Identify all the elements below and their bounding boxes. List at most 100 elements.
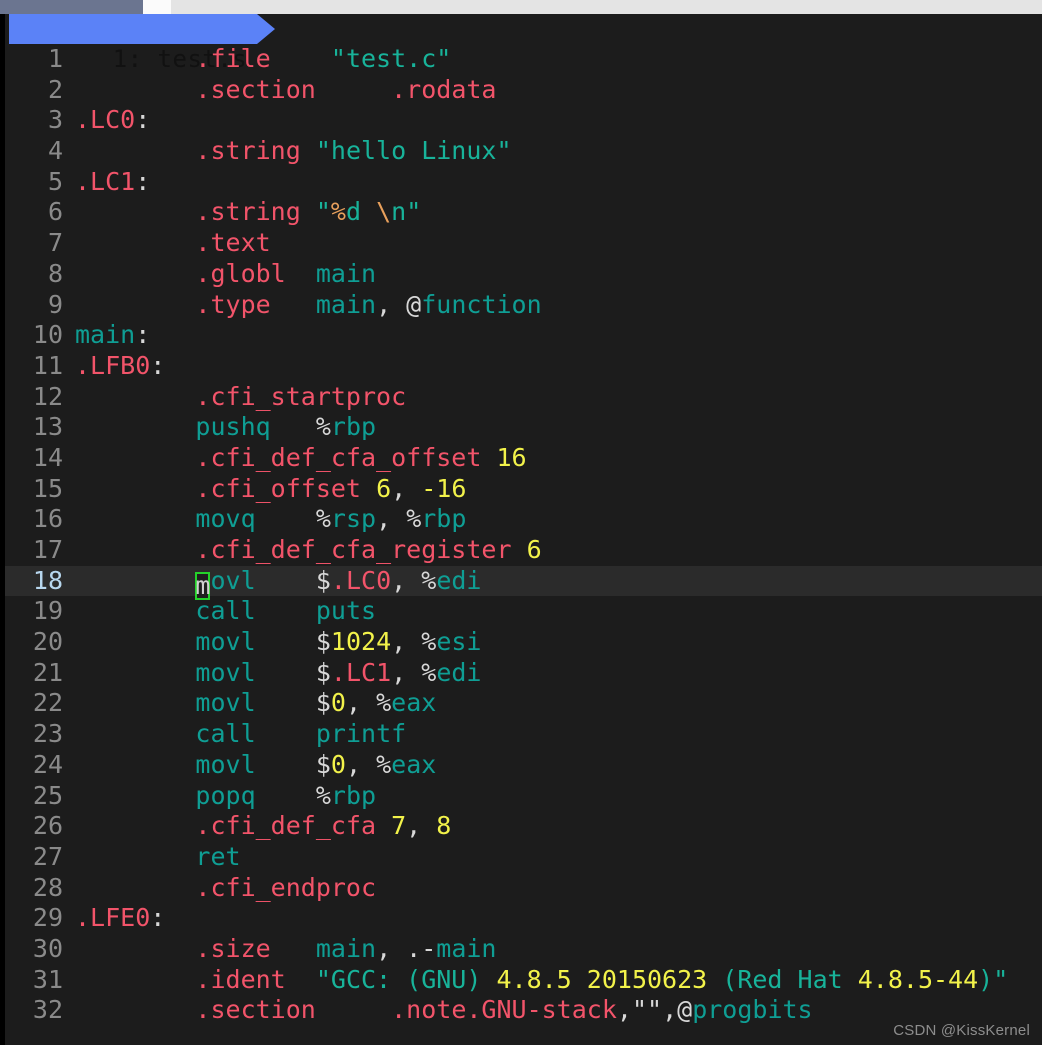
code-line[interactable]: 14 .cfi_def_cfa_offset 16 — [5, 443, 1042, 474]
code-token: " — [315, 197, 331, 227]
code-token: 4.8.5-44 — [857, 964, 979, 994]
line-number: 28 — [32, 872, 63, 902]
vim-tabline[interactable]: 1: test.s — [5, 14, 1042, 73]
code-line[interactable]: 21 movl $.LC1, %edi — [5, 658, 1042, 689]
vim-editor-window[interactable]: 1: test.s 1 .file "test.c" 2 .section .ro… — [0, 14, 1042, 1045]
code-line[interactable]: 5 .LC1: — [5, 167, 1042, 198]
code-line-text: .string "hello Linux" — [75, 136, 1042, 167]
code-line[interactable]: 32 .section .note.GNU-stack,"",@progbits — [5, 995, 1042, 1026]
code-token: puts — [315, 596, 377, 626]
code-token: (Red Hat — [707, 964, 858, 994]
code-line[interactable]: 19 call puts — [5, 596, 1042, 627]
code-line-text: .size main, .-main — [75, 934, 1042, 965]
tab-arrow-icon — [257, 14, 275, 44]
code-line[interactable]: 29 .LFE0: — [5, 903, 1042, 934]
code-token: 0 — [330, 749, 346, 779]
code-token: , — [345, 688, 377, 718]
code-token: % — [406, 504, 422, 534]
code-line[interactable]: 22 movl $0, %eax — [5, 688, 1042, 719]
code-token: : — [150, 903, 166, 933]
code-line-text: .LC0: — [75, 105, 1042, 136]
code-line[interactable]: 11 .LFB0: — [5, 351, 1042, 382]
code-line[interactable]: 7 .text — [5, 228, 1042, 259]
code-line[interactable]: 2 .section .rodata — [5, 75, 1042, 106]
code-buffer[interactable]: 1 .file "test.c" 2 .section .rodata 3 .LC0:… — [5, 44, 1042, 1026]
code-token: .type — [195, 289, 271, 319]
code-line[interactable]: 4 .string "hello Linux" — [5, 136, 1042, 167]
code-token: )" — [978, 964, 1009, 994]
code-line[interactable]: 12 .cfi_startproc — [5, 382, 1042, 413]
code-token: % — [376, 688, 392, 718]
tab-test-s[interactable]: 1: test.s — [9, 14, 258, 73]
code-line[interactable]: 8 .globl main — [5, 259, 1042, 290]
code-line[interactable]: 15 .cfi_offset 6, -16 — [5, 474, 1042, 505]
code-token: main — [315, 289, 377, 319]
code-token: printf — [315, 719, 407, 749]
code-token: n — [391, 197, 407, 227]
code-line[interactable]: 6 .string "%d \n" — [5, 197, 1042, 228]
code-token: .LC1 — [75, 166, 136, 196]
code-line-text: .string "%d \n" — [75, 197, 1042, 228]
code-line[interactable]: 25 popq %rbp — [5, 781, 1042, 812]
code-line[interactable]: 31 .ident "GCC: (GNU) 4.8.5 20150623 (Re… — [5, 965, 1042, 996]
line-number: 19 — [32, 596, 63, 626]
code-line[interactable]: 24 movl $0, %eax — [5, 750, 1042, 781]
code-token: % — [376, 749, 392, 779]
code-token: % — [315, 504, 331, 534]
code-token: : — [150, 350, 166, 380]
code-token: 1024 — [330, 627, 392, 657]
code-line[interactable]: 23 call printf — [5, 719, 1042, 750]
code-token: .rodata — [391, 74, 497, 104]
code-line[interactable]: 10 main: — [5, 320, 1042, 351]
window-chrome-active-segment[interactable] — [0, 0, 143, 14]
code-token: movl — [195, 749, 256, 779]
code-token: : — [135, 320, 151, 350]
code-line-text: .type main, @function — [75, 290, 1042, 321]
code-token: , — [345, 749, 377, 779]
code-line-text: .cfi_endproc — [75, 873, 1042, 904]
code-line[interactable]: 13 pushq %rbp — [5, 412, 1042, 443]
line-number: 23 — [32, 719, 63, 749]
code-token: rbp — [421, 504, 467, 534]
window-chrome-strip — [0, 0, 1042, 15]
code-line[interactable]: 3 .LC0: — [5, 105, 1042, 136]
code-token: .globl — [195, 258, 286, 288]
code-token: "GCC: (GNU) — [315, 964, 497, 994]
code-line[interactable]: 28 .cfi_endproc — [5, 873, 1042, 904]
code-line-text: movq %rsp, %rbp — [75, 504, 1042, 535]
code-line-text: .LFE0: — [75, 903, 1042, 934]
code-line[interactable]: 27 ret — [5, 842, 1042, 873]
code-token: , — [391, 565, 422, 595]
code-line-text: pushq %rbp — [75, 412, 1042, 443]
code-token: \ — [376, 197, 392, 227]
code-line-text: .globl main — [75, 259, 1042, 290]
code-token: $ — [315, 627, 331, 657]
code-line-text: .cfi_offset 6, -16 — [75, 474, 1042, 505]
code-token: movq — [195, 504, 256, 534]
code-line[interactable]: 30 .size main, .-main — [5, 934, 1042, 965]
code-line[interactable]: 26 .cfi_def_cfa 7, 8 — [5, 811, 1042, 842]
line-number: 2 — [47, 74, 63, 104]
code-token: .section — [195, 74, 316, 104]
code-line[interactable]: 16 movq %rsp, %rbp — [5, 504, 1042, 535]
line-number: 30 — [32, 933, 63, 963]
code-line[interactable]: 9 .type main, @function — [5, 290, 1042, 321]
code-line[interactable]: 18 movl $.LC0, %edi — [5, 565, 1042, 600]
code-line[interactable]: 20 movl $1024, %esi — [5, 627, 1042, 658]
code-line[interactable]: 17 .cfi_def_cfa_register 6 — [5, 535, 1042, 566]
code-token: @ — [677, 995, 693, 1025]
text-cursor[interactable]: m — [195, 571, 211, 600]
code-line[interactable]: 1 .file "test.c" — [5, 44, 1042, 75]
code-line-text: popq %rbp — [75, 781, 1042, 812]
